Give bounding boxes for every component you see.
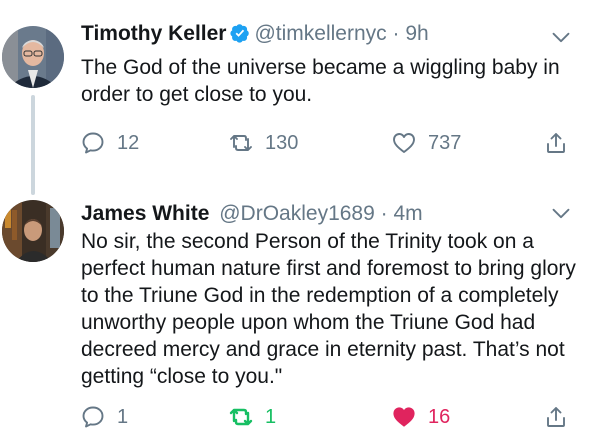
- action-bar: 1 1 16: [81, 402, 581, 432]
- like-button[interactable]: 16: [392, 402, 450, 432]
- tweet-text: The God of the universe became a wigglin…: [81, 56, 560, 106]
- author-handle[interactable]: @DrOakley1689: [219, 202, 375, 225]
- heart-icon: [393, 133, 415, 153]
- reply-count: 12: [117, 131, 140, 154]
- action-bar: 12 130 737: [81, 128, 581, 158]
- reply-button[interactable]: 1: [81, 402, 128, 432]
- like-count: 16: [428, 405, 451, 428]
- tweet-james-white[interactable]: James White @DrOakley1689 · 4m No sir, t…: [0, 186, 591, 440]
- avatar[interactable]: [2, 200, 64, 262]
- share-icon: [547, 133, 565, 153]
- reply-button[interactable]: 12: [81, 128, 139, 158]
- share-button[interactable]: [544, 128, 568, 158]
- tweet-header: Timothy Keller @timkellernyc · 9h: [81, 21, 429, 47]
- retweet-count: 130: [265, 131, 299, 154]
- retweet-icon: [229, 408, 253, 426]
- retweet-button[interactable]: 1: [229, 402, 276, 432]
- heart-icon: [393, 407, 415, 427]
- share-button[interactable]: [544, 402, 568, 432]
- tweet-text: No sir, the second Person of the Trinity…: [81, 230, 576, 388]
- author-name[interactable]: Timothy Keller: [81, 22, 226, 45]
- retweet-icon: [230, 135, 252, 151]
- reply-icon: [82, 132, 104, 154]
- avatar[interactable]: [2, 26, 64, 88]
- reply-count: 1: [117, 405, 129, 428]
- avatar-photo: [2, 200, 64, 262]
- chevron-down-icon[interactable]: [551, 203, 571, 223]
- chevron-down-icon[interactable]: [551, 27, 571, 47]
- retweet-button[interactable]: 130: [229, 128, 298, 158]
- share-icon: [547, 407, 565, 427]
- thread-connector-line: [31, 95, 35, 195]
- verified-badge-icon: [230, 24, 250, 43]
- like-button[interactable]: 737: [392, 128, 461, 158]
- tweet-header: James White @DrOakley1689 · 4m: [81, 201, 423, 227]
- separator-dot: ·: [392, 22, 400, 45]
- author-name[interactable]: James White: [81, 202, 209, 225]
- like-count: 737: [428, 131, 462, 154]
- separator-dot: ·: [380, 202, 388, 225]
- tweet-timothy-keller[interactable]: Timothy Keller @timkellernyc · 9h The Go…: [0, 0, 591, 195]
- timestamp[interactable]: 4m: [393, 202, 422, 225]
- timestamp[interactable]: 9h: [405, 22, 428, 45]
- author-handle[interactable]: @timkellernyc: [254, 22, 386, 45]
- reply-icon: [82, 406, 104, 428]
- retweet-count: 1: [265, 405, 277, 428]
- avatar-photo: [2, 26, 64, 88]
